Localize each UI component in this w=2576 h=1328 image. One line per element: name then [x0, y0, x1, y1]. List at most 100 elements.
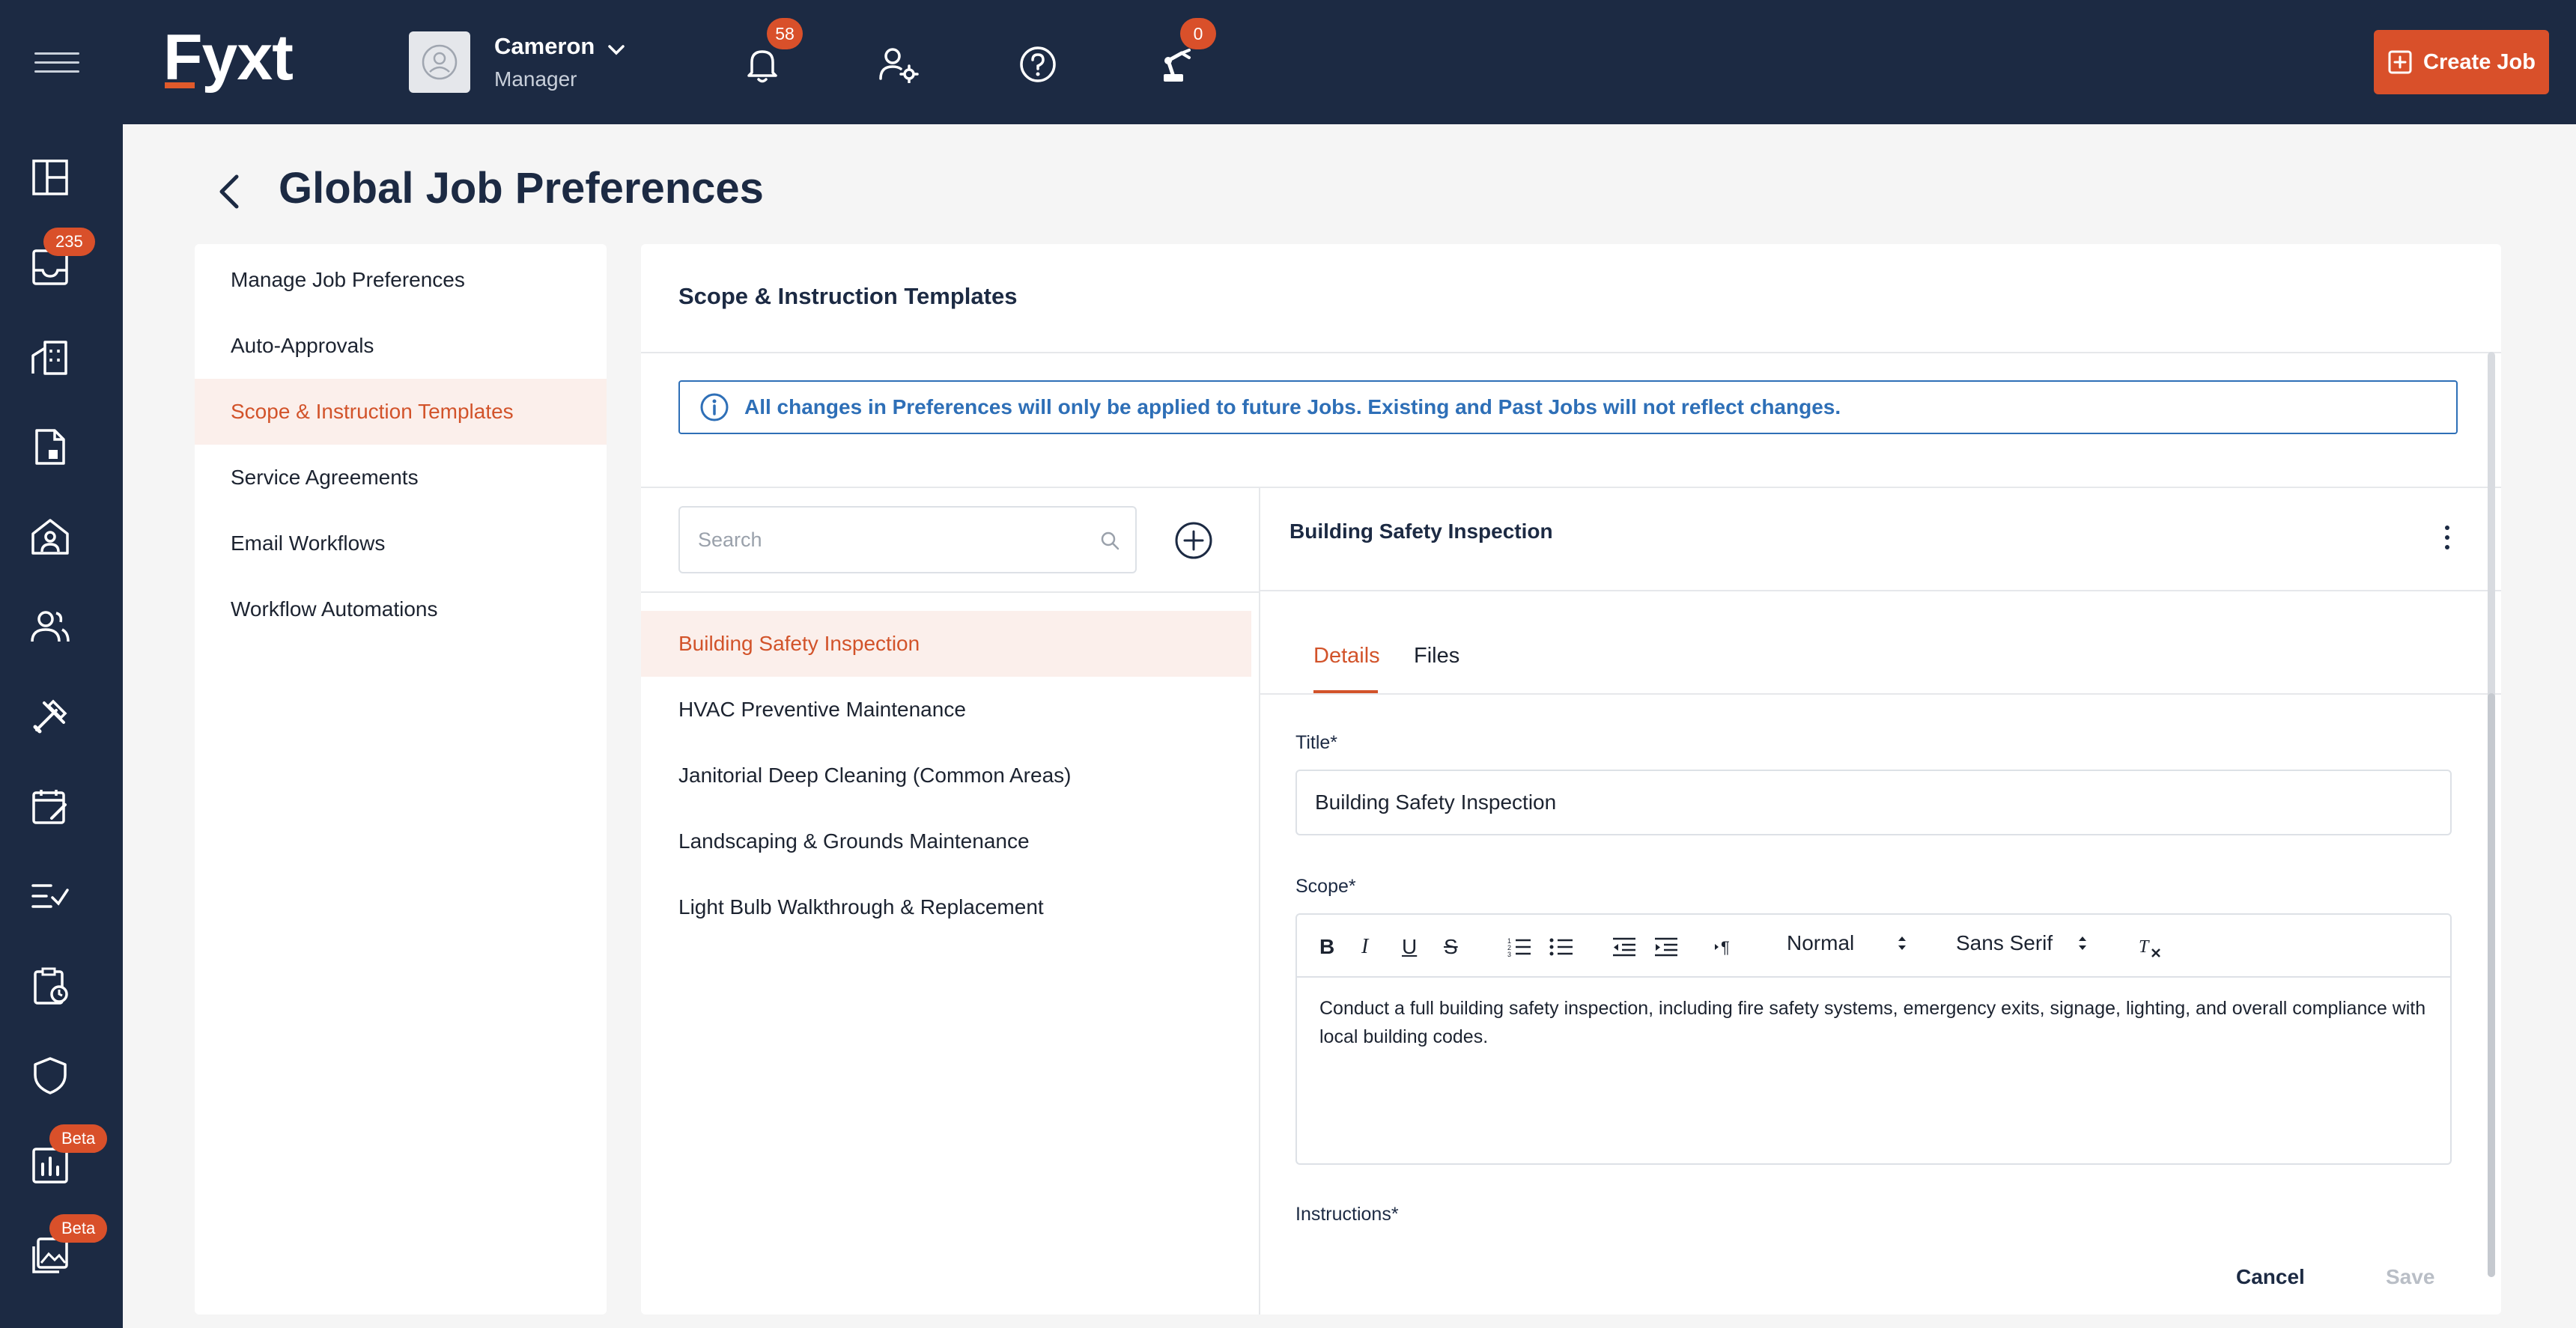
top-bar: Fyxt Cameron Manager 58 0 Create Job	[0, 0, 2576, 124]
search-input[interactable]	[698, 528, 1057, 552]
rail-tenants[interactable]	[28, 515, 72, 558]
rail-checklists[interactable]	[28, 874, 72, 918]
menu-icon[interactable]	[34, 52, 79, 73]
divider	[1259, 590, 2501, 591]
logo-accent	[165, 82, 195, 88]
page-title: Global Job Preferences	[279, 164, 764, 213]
more-options-icon[interactable]	[2438, 521, 2456, 554]
clear-format-icon[interactable]: T	[2137, 934, 2163, 960]
tools-icon	[33, 699, 67, 734]
help-button[interactable]	[1015, 42, 1060, 87]
info-banner-text: All changes in Preferences will only be …	[744, 395, 1841, 418]
save-button[interactable]: Save	[2386, 1265, 2434, 1289]
clipboard-clock-icon	[34, 967, 68, 1005]
select-arrows-icon	[2079, 936, 2087, 950]
add-template-icon[interactable]	[1174, 521, 1213, 560]
search-icon	[1101, 531, 1120, 550]
template-list: Building Safety Inspection HVAC Preventi…	[641, 611, 1251, 940]
divider	[1259, 487, 1260, 1315]
editor-toolbar: B I U S 123 ¶ Normal Sans Serif T	[1297, 915, 2450, 978]
template-item[interactable]: Landscaping & Grounds Maintenance	[641, 808, 1251, 874]
nav-item-service-agreements[interactable]: Service Agreements	[195, 445, 607, 511]
nav-item-manage-job-preferences[interactable]: Manage Job Preferences	[195, 247, 607, 313]
bullet-list-icon[interactable]	[1549, 934, 1574, 960]
heading-select[interactable]: Normal	[1787, 931, 1910, 955]
inbox-badge: 235	[43, 228, 95, 256]
nav-item-email-workflows[interactable]: Email Workflows	[195, 511, 607, 576]
checklist-icon	[31, 884, 69, 908]
italic-icon[interactable]: I	[1361, 934, 1368, 960]
notifications-badge: 58	[767, 18, 803, 49]
info-icon	[700, 393, 729, 421]
select-arrows-icon	[1898, 936, 1907, 950]
bell-icon	[747, 50, 777, 83]
bold-icon[interactable]: B	[1319, 934, 1334, 960]
detail-title: Building Safety Inspection	[1289, 520, 1553, 543]
text-direction-icon[interactable]: ¶	[1713, 934, 1739, 960]
svg-text:T: T	[2139, 937, 2150, 957]
template-item[interactable]: Building Safety Inspection	[641, 611, 1251, 677]
underline-icon[interactable]: U	[1402, 934, 1417, 960]
info-banner: All changes in Preferences will only be …	[678, 380, 2458, 434]
dashboard-icon	[32, 159, 68, 195]
strikethrough-icon[interactable]: S	[1444, 934, 1458, 960]
rail-calendar[interactable]	[28, 785, 72, 828]
user-name[interactable]: Cameron	[494, 33, 595, 60]
automation-badge: 0	[1180, 18, 1216, 49]
chevron-down-icon[interactable]	[605, 39, 628, 61]
home-user-icon	[31, 519, 69, 555]
help-icon	[1020, 46, 1056, 82]
nav-item-auto-approvals[interactable]: Auto-Approvals	[195, 313, 607, 379]
plus-square-icon	[2388, 50, 2412, 74]
user-role: Manager	[494, 67, 577, 91]
tab-files[interactable]: Files	[1414, 644, 1459, 668]
template-item[interactable]: Janitorial Deep Cleaning (Common Areas)	[641, 743, 1251, 808]
template-item[interactable]: Light Bulb Walkthrough & Replacement	[641, 874, 1251, 940]
nav-item-scope-instruction-templates[interactable]: Scope & Instruction Templates	[195, 379, 607, 445]
scope-label: Scope*	[1295, 876, 1356, 897]
rail-contacts[interactable]	[28, 605, 72, 648]
robot-arm-icon	[1164, 49, 1191, 82]
user-icon	[422, 44, 458, 80]
panel-title: Scope & Instruction Templates	[678, 283, 1018, 309]
instructions-label: Instructions*	[1295, 1204, 1399, 1225]
document-icon	[35, 429, 65, 465]
rail-properties[interactable]	[28, 335, 72, 379]
svg-text:3: 3	[1507, 951, 1511, 957]
divider	[641, 591, 1259, 593]
heading-select-value: Normal	[1787, 931, 1855, 954]
tab-details[interactable]: Details	[1313, 644, 1380, 668]
shield-icon	[34, 1057, 67, 1094]
font-select[interactable]: Sans Serif	[1956, 931, 2090, 955]
rail-schedules[interactable]	[28, 964, 72, 1008]
template-item[interactable]: HVAC Preventive Maintenance	[641, 677, 1251, 743]
reports-beta-badge: Beta	[49, 1124, 108, 1153]
rail-documents[interactable]	[28, 425, 72, 469]
gallery-beta-badge: Beta	[49, 1214, 108, 1243]
cancel-button[interactable]: Cancel	[2236, 1265, 2305, 1289]
divider	[641, 487, 2501, 488]
ordered-list-icon[interactable]: 123	[1507, 934, 1532, 960]
rail-dashboard[interactable]	[28, 156, 72, 199]
avatar[interactable]	[409, 31, 470, 93]
nav-item-workflow-automations[interactable]: Workflow Automations	[195, 576, 607, 642]
create-job-label: Create Job	[2423, 49, 2536, 74]
buildings-icon	[31, 341, 67, 375]
title-field[interactable]	[1295, 770, 2452, 835]
back-arrow-icon[interactable]	[210, 169, 247, 214]
scrollbar-thumb[interactable]	[2488, 693, 2495, 1277]
outdent-icon[interactable]	[1611, 934, 1637, 960]
user-settings-button[interactable]	[876, 42, 921, 87]
rail-insurance[interactable]	[28, 1054, 72, 1097]
create-job-button[interactable]: Create Job	[2374, 30, 2549, 94]
title-label: Title*	[1295, 732, 1338, 753]
divider	[1259, 693, 2501, 695]
main-panel: Scope & Instruction Templates All change…	[641, 244, 2501, 1315]
search-box	[678, 506, 1137, 573]
scope-text[interactable]: Conduct a full building safety inspectio…	[1297, 978, 2450, 1067]
calendar-edit-icon	[32, 790, 67, 824]
rail-vendors[interactable]	[28, 695, 72, 738]
indent-icon[interactable]	[1653, 934, 1679, 960]
side-rail: 235 Beta Beta	[0, 124, 123, 1328]
font-select-value: Sans Serif	[1956, 931, 2053, 954]
